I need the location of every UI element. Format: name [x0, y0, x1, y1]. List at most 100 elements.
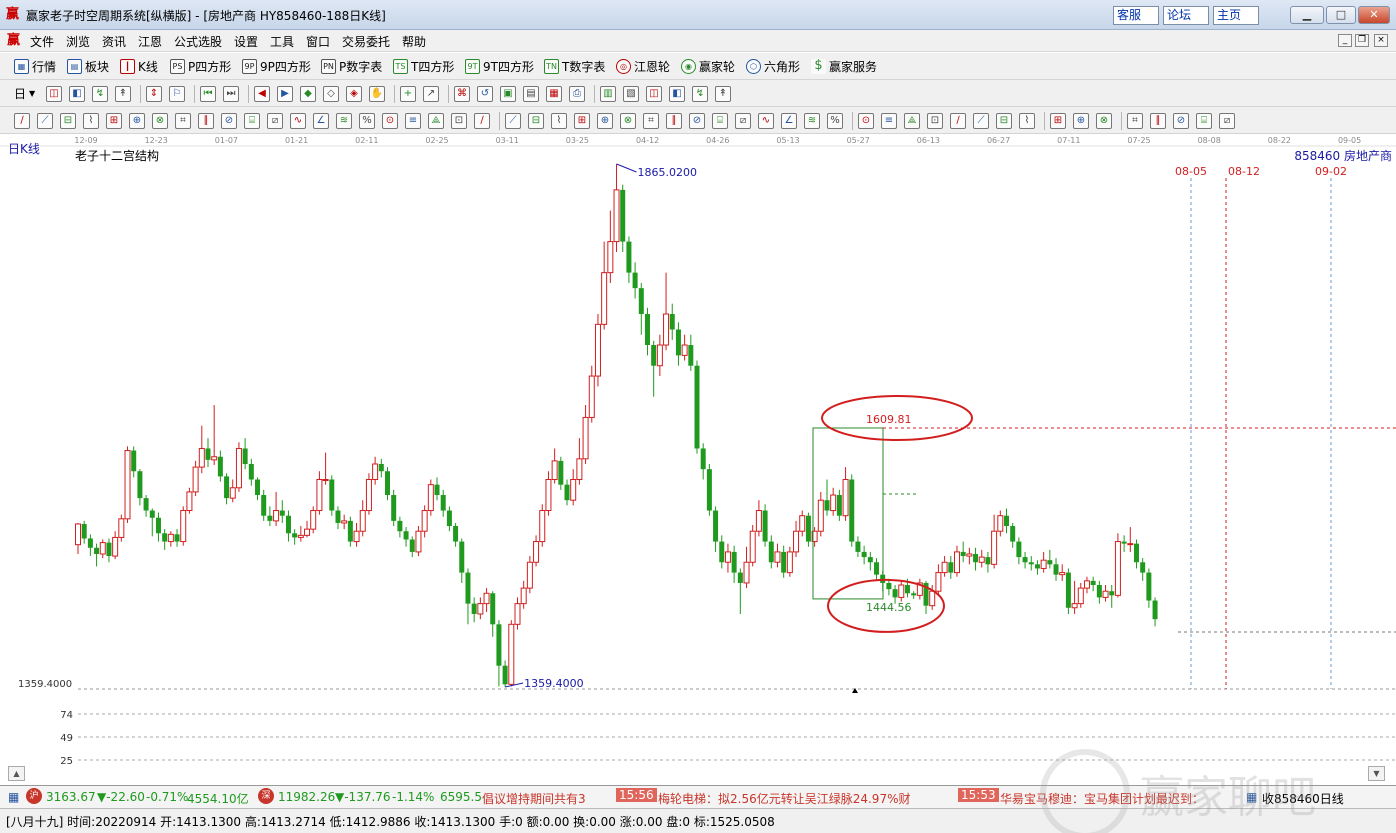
hexagon-button[interactable]: ⬡ 六角形 — [746, 58, 800, 75]
tool-icon[interactable]: % — [827, 113, 843, 129]
tool-icon[interactable]: ⊕ — [129, 113, 145, 129]
news-item-text[interactable]: 倡议增持期间共有3 — [482, 790, 586, 807]
tool-icon[interactable]: + — [400, 86, 416, 102]
tool-icon[interactable]: ◫ — [646, 86, 662, 102]
menu-formula[interactable]: 公式选股 — [174, 33, 222, 50]
scroll-down-button[interactable]: ▼ — [1368, 766, 1385, 781]
tool-icon[interactable]: ⟋ — [505, 113, 521, 129]
menu-trade[interactable]: 交易委托 — [342, 33, 390, 50]
menu-info[interactable]: 资讯 — [102, 33, 126, 50]
period-dropdown[interactable]: 日 ▼ — [14, 85, 35, 102]
tool-icon[interactable]: ▣ — [500, 86, 516, 102]
tool-icon[interactable]: ⊗ — [1096, 113, 1112, 129]
forum-link[interactable]: 论坛 — [1163, 6, 1209, 25]
tool-icon[interactable]: ⊞ — [1050, 113, 1066, 129]
tool-icon[interactable]: ⟋ — [973, 113, 989, 129]
p-number-table-button[interactable]: PN P数字表 — [321, 58, 382, 75]
tool-icon[interactable]: ∿ — [290, 113, 306, 129]
tool-icon[interactable]: ⚐ — [169, 86, 185, 102]
menu-help[interactable]: 帮助 — [402, 33, 426, 50]
tool-icon[interactable]: ▶ — [277, 86, 293, 102]
menu-settings[interactable]: 设置 — [234, 33, 258, 50]
t-number-table-button[interactable]: TN T数字表 — [544, 58, 605, 75]
kline-chart[interactable]: 12-09 12-23 01-07 01-21 02-11 02-25 03-11 03-25… — [0, 134, 1396, 782]
tool-icon[interactable]: ≡ — [405, 113, 421, 129]
close-button[interactable]: ✕ — [1358, 6, 1390, 24]
tool-icon[interactable]: ⌸ — [712, 113, 728, 129]
tool-icon[interactable]: ∠ — [781, 113, 797, 129]
mdi-close-button[interactable]: × — [1374, 34, 1388, 47]
menu-browse[interactable]: 浏览 — [66, 33, 90, 50]
tool-icon[interactable]: ⎙ — [569, 86, 585, 102]
tool-icon[interactable]: ∕ — [14, 113, 30, 129]
kline-chart-panel[interactable]: 12-09 12-23 01-07 01-21 02-11 02-25 03-11 03-25… — [0, 134, 1396, 782]
9p-square-button[interactable]: 9P 9P四方形 — [242, 58, 311, 75]
sector-button[interactable]: ▤ 板块 — [67, 58, 109, 75]
homepage-link[interactable]: 主页 — [1213, 6, 1259, 25]
tool-icon[interactable]: ↗ — [423, 86, 439, 102]
tool-icon[interactable]: ⌇ — [83, 113, 99, 129]
tool-icon[interactable]: ⊞ — [106, 113, 122, 129]
tool-icon[interactable]: ⊘ — [221, 113, 237, 129]
tool-icon[interactable]: ≋ — [804, 113, 820, 129]
tool-icon[interactable]: ↯ — [92, 86, 108, 102]
tool-icon[interactable]: ⏮ — [200, 86, 216, 102]
tool-icon[interactable]: ∕ — [950, 113, 966, 129]
tool-icon[interactable]: ⌇ — [551, 113, 567, 129]
t-square-button[interactable]: TS T四方形 — [393, 58, 454, 75]
kline-button[interactable]: ┃ K线 — [120, 58, 158, 75]
tool-icon[interactable]: ⊘ — [689, 113, 705, 129]
tool-icon[interactable]: ◈ — [346, 86, 362, 102]
win-wheel-button[interactable]: ◉ 赢家轮 — [681, 58, 735, 75]
tool-icon[interactable]: ▥ — [600, 86, 616, 102]
tool-icon[interactable]: ⊟ — [60, 113, 76, 129]
menu-window[interactable]: 窗口 — [306, 33, 330, 50]
tool-icon[interactable]: ⊘ — [1173, 113, 1189, 129]
tool-icon[interactable]: ⧄ — [267, 113, 283, 129]
tool-icon[interactable]: ⌸ — [1196, 113, 1212, 129]
mdi-minimize-button[interactable]: _ — [1338, 34, 1352, 47]
tool-icon[interactable]: ▧ — [623, 86, 639, 102]
tool-icon[interactable]: ◧ — [69, 86, 85, 102]
customer-service-link[interactable]: 客服 — [1113, 6, 1159, 25]
tool-icon[interactable]: ⌗ — [175, 113, 191, 129]
table-icon[interactable]: ▦ — [8, 790, 19, 804]
tool-icon[interactable]: ∕ — [474, 113, 490, 129]
menu-gann[interactable]: 江恩 — [138, 33, 162, 50]
tool-icon[interactable]: ◇ — [323, 86, 339, 102]
tool-icon[interactable]: ⊟ — [528, 113, 544, 129]
9t-square-button[interactable]: 9T 9T四方形 — [465, 58, 534, 75]
tool-icon[interactable]: ∠ — [313, 113, 329, 129]
menu-file[interactable]: 文件 — [30, 33, 54, 50]
tool-icon[interactable]: ↟ — [715, 86, 731, 102]
scroll-up-button[interactable]: ▲ — [8, 766, 25, 781]
win-service-button[interactable]: $ 赢家服务 — [811, 58, 877, 75]
tool-icon[interactable]: ⊕ — [597, 113, 613, 129]
minimize-button[interactable]: ▁ — [1290, 6, 1324, 24]
tool-icon[interactable]: ∥ — [1150, 113, 1166, 129]
tool-icon[interactable]: ↟ — [115, 86, 131, 102]
tool-icon[interactable]: ⏭ — [223, 86, 239, 102]
maximize-button[interactable]: □ — [1326, 6, 1356, 24]
tool-icon[interactable]: ⊙ — [858, 113, 874, 129]
p-square-button[interactable]: PS P四方形 — [170, 58, 231, 75]
tool-icon[interactable]: ⊕ — [1073, 113, 1089, 129]
tool-icon[interactable]: ⊗ — [620, 113, 636, 129]
tool-icon[interactable]: ⌸ — [244, 113, 260, 129]
tool-icon[interactable]: ✋ — [369, 86, 385, 102]
tool-icon[interactable]: ↯ — [692, 86, 708, 102]
mdi-restore-button[interactable]: ❐ — [1355, 34, 1369, 47]
tool-icon[interactable]: ◀ — [254, 86, 270, 102]
tool-icon[interactable]: ∥ — [198, 113, 214, 129]
tool-icon[interactable]: ⊞ — [574, 113, 590, 129]
news-item-text[interactable]: 梅轮电梯：拟2.56亿元转让吴江绿脉24.97%财 — [658, 790, 910, 807]
tool-icon[interactable]: ≡ — [881, 113, 897, 129]
tool-icon[interactable]: ◧ — [669, 86, 685, 102]
tool-icon[interactable]: ⧄ — [735, 113, 751, 129]
tool-icon[interactable]: ∥ — [666, 113, 682, 129]
tool-icon[interactable]: ⌗ — [643, 113, 659, 129]
tool-icon[interactable]: ⌗ — [1127, 113, 1143, 129]
tool-icon[interactable]: ⊡ — [451, 113, 467, 129]
menu-tools[interactable]: 工具 — [270, 33, 294, 50]
tool-icon[interactable]: ⟋ — [37, 113, 53, 129]
